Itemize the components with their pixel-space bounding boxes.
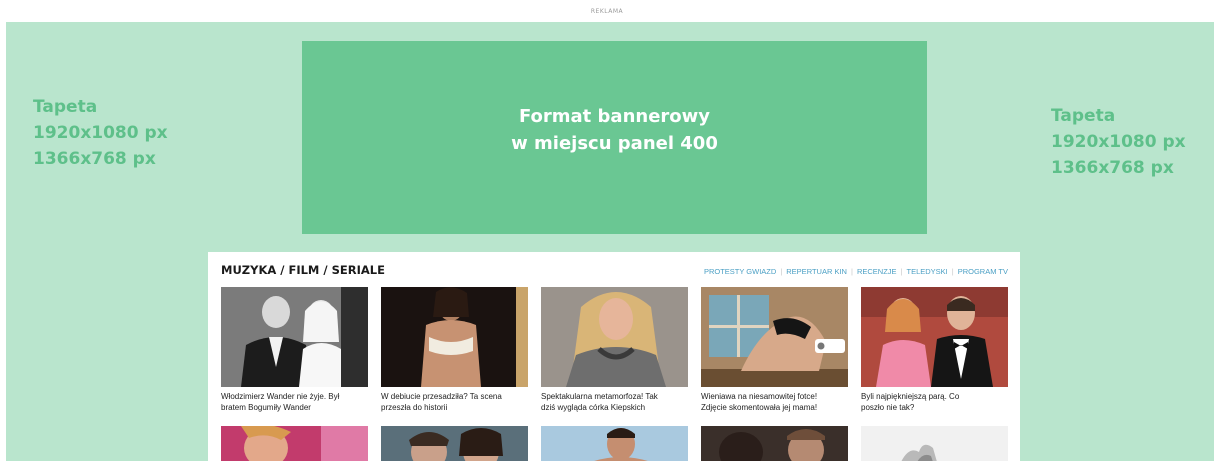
article-card[interactable]: Byli najpiękniejszą parą. Co poszło nie … (861, 287, 1008, 413)
article-thumbnail[interactable] (381, 287, 528, 387)
article-thumbnail[interactable] (701, 287, 848, 387)
article-caption[interactable]: Włodzimierz Wander nie żyje. Był bratem … (221, 392, 368, 413)
article-card[interactable]: Spektakularna metamorfoza! Tak dziś wygl… (541, 287, 688, 413)
banner-line: w miejscu panel 400 (511, 133, 718, 154)
link-program-tv[interactable]: PROGRAM TV (958, 267, 1008, 276)
section-title: MUZYKA / FILM / SERIALE (221, 263, 385, 277)
caption-line: przeszła do historii (381, 402, 448, 412)
link-teledyski[interactable]: TELEDYSKI (906, 267, 947, 276)
section-links: PROTESTY GWIAZD | REPERTUAR KIN | RECENZ… (704, 267, 1008, 276)
caption-line: Spektakularna metamorfoza! Tak (541, 392, 658, 401)
article-thumbnail[interactable] (861, 426, 1008, 461)
article-card[interactable]: Włodzimierz Wander nie żyje. Był bratem … (221, 287, 368, 413)
article-caption[interactable]: W debiucie przesadziła? Ta scena przeszł… (381, 392, 528, 413)
article-image (381, 287, 528, 387)
article-image (541, 287, 688, 387)
caption-line: poszło nie tak? (861, 402, 915, 412)
wallpaper-right-text: Tapeta 1920x1080 px 1366x768 px (1051, 103, 1186, 181)
link-separator: | (850, 267, 853, 276)
article-thumbnail[interactable] (541, 426, 688, 461)
article-image (701, 287, 848, 387)
wallpaper-right-line: 1920x1080 px (1051, 132, 1186, 152)
article-thumbnail[interactable] (221, 426, 368, 461)
ad-label: REKLAMA (590, 8, 624, 15)
wallpaper-left-line: 1366x768 px (33, 149, 156, 169)
caption-line: Zdjęcie skomentowała jej mama! (701, 402, 818, 412)
article-image (381, 426, 528, 461)
article-thumbnail[interactable] (541, 287, 688, 387)
wallpaper-right-line: Tapeta (1051, 106, 1116, 126)
caption-line: dziś wygląda córka Kiepskich (541, 402, 646, 412)
article-caption[interactable]: Byli najpiękniejszą parą. Co poszło nie … (861, 392, 1008, 413)
banner-text: Format bannerowy w miejscu panel 400 (511, 103, 718, 157)
link-recenzje[interactable]: RECENZJE (857, 267, 897, 276)
article-caption[interactable]: Wieniawa na niesamowitej fotce! Zdjęcie … (701, 392, 848, 413)
banner-line: Format bannerowy (518, 106, 711, 127)
wallpaper-left-text: Tapeta 1920x1080 px 1366x768 px (33, 94, 168, 172)
caption-line: W debiucie przesadziła? Ta scena (381, 392, 502, 401)
article-image (861, 426, 1008, 461)
caption-line: Wieniawa na niesamowitej fotce! (701, 392, 818, 401)
link-separator: | (900, 267, 903, 276)
article-image (221, 287, 368, 387)
link-repertuar-kin[interactable]: REPERTUAR KIN (786, 267, 847, 276)
banner-ad[interactable]: Format bannerowy w miejscu panel 400 (302, 41, 927, 234)
content-panel: MUZYKA / FILM / SERIALE PROTESTY GWIAZD … (208, 252, 1020, 461)
wallpaper-left-line: Tapeta (33, 97, 98, 117)
article-image (541, 426, 688, 461)
article-thumbnail[interactable] (221, 287, 368, 387)
article-card[interactable]: W debiucie przesadziła? Ta scena przeszł… (381, 287, 528, 413)
caption-line: Włodzimierz Wander nie żyje. Był (221, 392, 340, 401)
article-thumbnail[interactable] (861, 287, 1008, 387)
link-separator: | (780, 267, 783, 276)
link-protesty-gwiazd[interactable]: PROTESTY GWIAZD (704, 267, 776, 276)
article-image (221, 426, 368, 461)
article-thumbnail[interactable] (701, 426, 848, 461)
wallpaper-right-line: 1366x768 px (1051, 158, 1174, 178)
article-image (701, 426, 848, 461)
link-separator: | (951, 267, 954, 276)
caption-line: Byli najpiękniejszą parą. Co (861, 392, 960, 401)
caption-line: bratem Bogumiły Wander (221, 402, 311, 412)
wallpaper-left-line: 1920x1080 px (33, 123, 168, 143)
article-image (861, 287, 1008, 387)
article-caption[interactable]: Spektakularna metamorfoza! Tak dziś wygl… (541, 392, 688, 413)
article-card[interactable]: Wieniawa na niesamowitej fotce! Zdjęcie … (701, 287, 848, 413)
article-thumbnail[interactable] (381, 426, 528, 461)
